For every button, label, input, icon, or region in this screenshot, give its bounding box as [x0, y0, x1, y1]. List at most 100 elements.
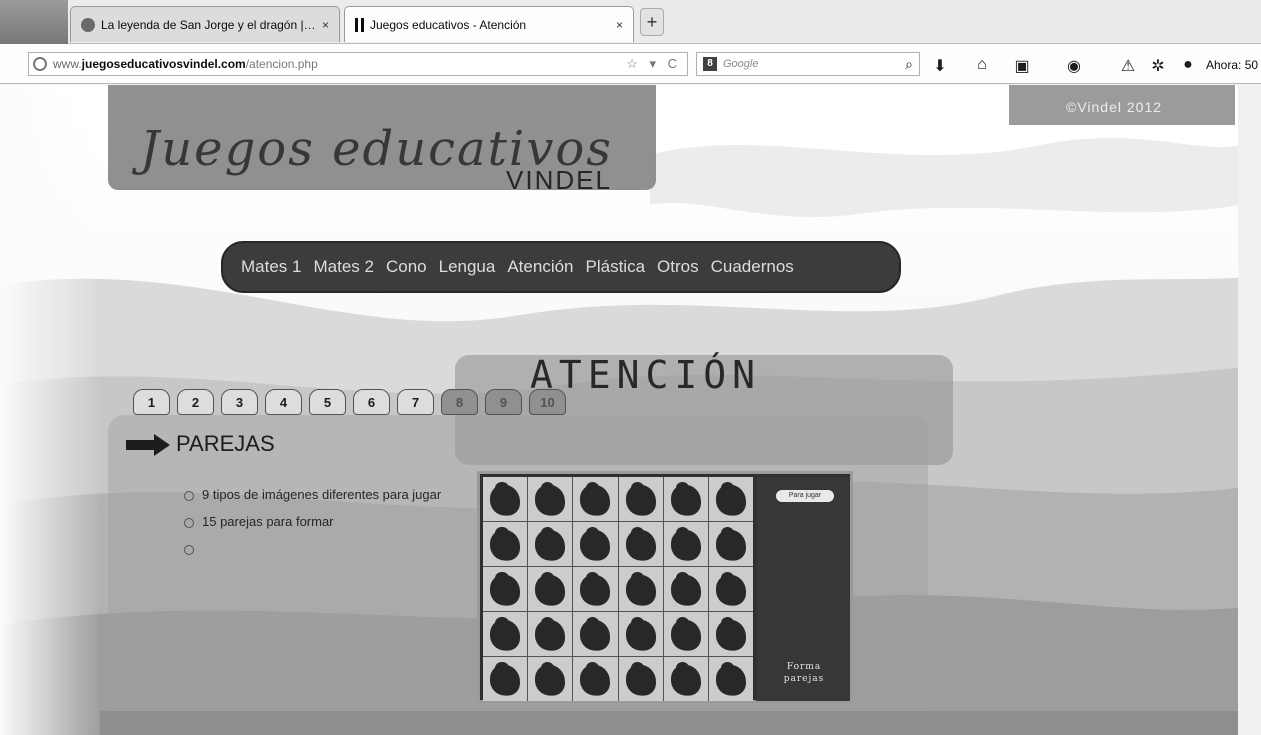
url-controls[interactable]: ☆ ▾ C — [626, 56, 681, 72]
url-path: /atencion.php — [245, 57, 318, 71]
search-placeholder: Google — [723, 58, 759, 70]
game-card[interactable] — [708, 657, 753, 701]
page-tab-7[interactable]: 7 — [397, 389, 434, 415]
page-tab-1[interactable]: 1 — [133, 389, 170, 415]
page-tab-3[interactable]: 3 — [221, 389, 258, 415]
game-card[interactable] — [708, 612, 753, 656]
menu-item-cuadernos[interactable]: Cuadernos — [711, 257, 794, 277]
play-button[interactable]: Para jugar — [776, 490, 834, 502]
page-tab-4[interactable]: 4 — [265, 389, 302, 415]
game-card[interactable] — [573, 477, 618, 521]
game-card[interactable] — [573, 522, 618, 566]
bullet-icon — [184, 518, 194, 528]
game-caption: Forma parejas — [783, 662, 825, 684]
game-card[interactable] — [528, 477, 573, 521]
tab-san-jorge[interactable]: La leyenda de San Jorge y el dragón | ..… — [70, 6, 340, 42]
status-text: Ahora: 50 — [1206, 58, 1259, 72]
page-favicon-icon — [81, 17, 95, 32]
game-card[interactable] — [573, 567, 618, 611]
browser-tab-bar: La leyenda de San Jorge y el dragón | ..… — [0, 0, 1261, 44]
navigation-bar: www.juegoseducativosvindel.com /atencion… — [0, 44, 1261, 84]
game-title: PAREJAS — [176, 431, 275, 456]
list-item: 9 tipos de imágenes diferentes para juga… — [184, 487, 474, 502]
menu-item-plastica[interactable]: Plástica — [586, 257, 646, 277]
feature-text: 9 tipos de imágenes diferentes para juga… — [202, 487, 442, 502]
page-viewport: Juegos educativos VINDEL ©Vindel 2012 Ma… — [0, 85, 1261, 735]
game-card[interactable] — [483, 477, 528, 521]
game-card[interactable] — [618, 612, 663, 656]
site-identity-icon[interactable] — [33, 57, 47, 71]
pocket-icon[interactable]: ◉ — [1064, 56, 1084, 76]
search-icon[interactable]: ⌕ — [905, 56, 913, 73]
game-card[interactable] — [663, 657, 708, 701]
game-card[interactable] — [528, 612, 573, 656]
globe-icon[interactable]: ● — [1178, 56, 1198, 74]
feature-list: 9 tipos de imágenes diferentes para juga… — [184, 487, 474, 567]
close-tab-icon[interactable]: × — [616, 18, 623, 32]
page-tab-10[interactable]: 10 — [529, 389, 566, 415]
search-engine-icon[interactable]: 8 — [703, 57, 717, 71]
page-tab-8[interactable]: 8 — [441, 389, 478, 415]
game-card[interactable] — [483, 657, 528, 701]
tab-title: La leyenda de San Jorge y el dragón | ..… — [101, 17, 316, 32]
game-card[interactable] — [663, 567, 708, 611]
game-card[interactable] — [528, 522, 573, 566]
page-margin-left — [0, 85, 100, 735]
puzzle-icon[interactable]: ✲ — [1148, 56, 1168, 76]
menu-item-mates-1[interactable]: Mates 1 — [241, 257, 301, 277]
game-card[interactable] — [708, 567, 753, 611]
app-menu-button[interactable] — [0, 0, 68, 44]
game-card[interactable] — [483, 522, 528, 566]
game-card[interactable] — [708, 522, 753, 566]
home-icon[interactable]: ⌂ — [972, 56, 992, 74]
site-logo-subtitle: VINDEL — [506, 165, 612, 195]
game-card[interactable] — [483, 567, 528, 611]
game-card[interactable] — [483, 612, 528, 656]
bullet-icon — [184, 545, 194, 555]
menu-item-atencion[interactable]: Atención — [507, 257, 573, 277]
game-sidebar: Para jugar Forma parejas — [756, 477, 850, 701]
close-tab-icon[interactable]: × — [322, 18, 329, 32]
game-card[interactable] — [528, 657, 573, 701]
game-card[interactable] — [618, 657, 663, 701]
game-card[interactable] — [573, 657, 618, 701]
menu-item-cono[interactable]: Cono — [386, 257, 427, 277]
search-box[interactable]: 8 Google ⌕ — [696, 52, 920, 76]
game-card[interactable] — [663, 522, 708, 566]
next-panel-edge — [100, 711, 1240, 735]
game-preview[interactable]: Para jugar Forma parejas — [477, 471, 853, 703]
page-tab-6[interactable]: 6 — [353, 389, 390, 415]
card-grid[interactable] — [483, 477, 753, 701]
url-host: www.juegoseducativosvindel.com — [53, 57, 246, 71]
download-icon[interactable]: ⬇ — [930, 56, 950, 76]
scrollbar[interactable] — [1238, 85, 1261, 735]
page-tab-9[interactable]: 9 — [485, 389, 522, 415]
game-card[interactable] — [618, 477, 663, 521]
main-menu: Mates 1 Mates 2 Cono Lengua Atención Plá… — [221, 241, 901, 293]
tab-title: Juegos educativos - Atención — [370, 17, 527, 32]
arrow-right-icon — [126, 434, 170, 456]
feature-text: 15 parejas para formar — [202, 514, 334, 529]
menu-item-lengua[interactable]: Lengua — [439, 257, 496, 277]
list-item: 15 parejas para formar — [184, 514, 474, 529]
address-bar[interactable]: www.juegoseducativosvindel.com /atencion… — [28, 52, 688, 76]
game-card[interactable] — [573, 612, 618, 656]
game-card[interactable] — [528, 567, 573, 611]
bullet-icon — [184, 491, 194, 501]
new-tab-button[interactable]: + — [640, 8, 664, 36]
game-card[interactable] — [618, 522, 663, 566]
game-card[interactable] — [708, 477, 753, 521]
game-card[interactable] — [618, 567, 663, 611]
menu-item-mates-2[interactable]: Mates 2 — [313, 257, 373, 277]
game-card[interactable] — [663, 612, 708, 656]
menu-item-otros[interactable]: Otros — [657, 257, 699, 277]
game-card[interactable] — [663, 477, 708, 521]
page-tab-5[interactable]: 5 — [309, 389, 346, 415]
warning-icon[interactable]: ⚠ — [1118, 56, 1138, 76]
game-heading: PAREJAS — [126, 431, 275, 457]
list-item — [184, 541, 474, 555]
page-tab-2[interactable]: 2 — [177, 389, 214, 415]
bookmark-icon[interactable]: ▣ — [1012, 56, 1032, 76]
page-favicon-icon — [355, 17, 364, 32]
tab-juegos-educativos[interactable]: Juegos educativos - Atención × — [344, 6, 634, 42]
